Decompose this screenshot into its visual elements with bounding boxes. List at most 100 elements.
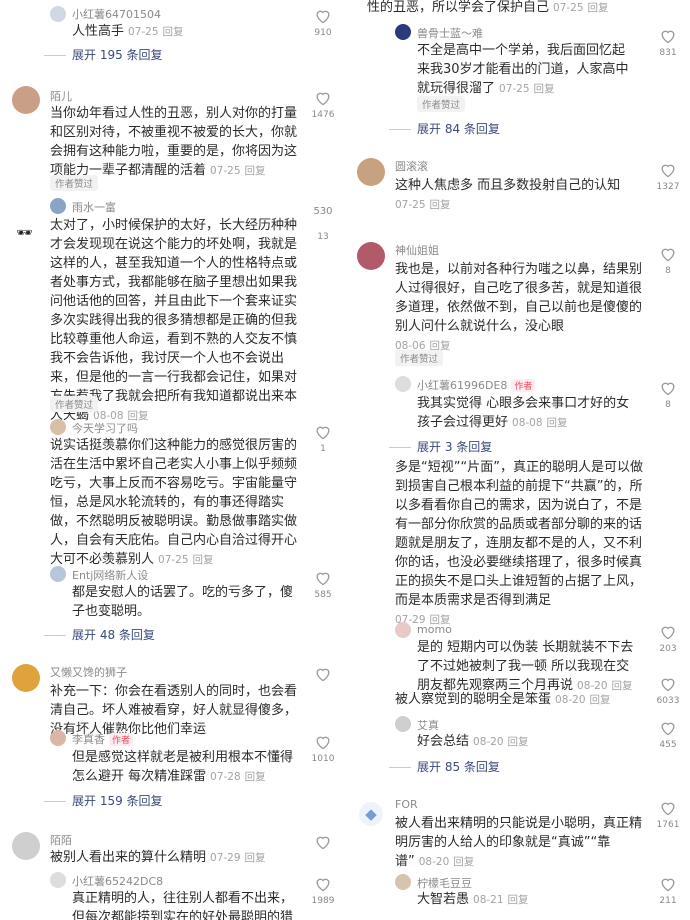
comment-author[interactable]: 小红薯61996DE8 作者 [417, 377, 536, 393]
avatar[interactable] [395, 622, 411, 638]
comment-author[interactable]: 柠檬毛豆豆 [417, 875, 472, 891]
comment-date: 08-20 [555, 694, 586, 706]
reply-button[interactable]: 回复 [508, 894, 529, 906]
like-icon[interactable] [314, 734, 332, 750]
comment-text: 是的 短期内可以伪装 长期就装不下去了不过她被刺了我一顿 所以我现在交朋友都先观… [417, 638, 639, 696]
avatar[interactable] [50, 730, 66, 746]
comment-text: 性的丑恶，所以学会了保护自己 07-25 回复 [367, 0, 627, 18]
avatar[interactable] [357, 242, 385, 270]
comment-date: 07-25 [210, 165, 241, 177]
reply-button[interactable]: 回复 [508, 736, 529, 748]
avatar[interactable] [395, 874, 411, 890]
comment-author[interactable]: 雨水一富 [72, 199, 116, 215]
like-icon[interactable] [659, 800, 677, 816]
avatar[interactable] [12, 86, 40, 114]
reply-button[interactable]: 回复 [163, 26, 184, 38]
like-icon[interactable] [659, 876, 677, 892]
comment-author[interactable]: 今天学习了吗 [72, 420, 138, 436]
like-icon[interactable] [314, 8, 332, 24]
diamond-avatar-icon[interactable]: ◆ [359, 802, 383, 826]
comment-date: 07-25 [553, 2, 584, 14]
like-icon[interactable] [659, 246, 677, 262]
comment-author[interactable]: 小红薯64701504 [72, 6, 161, 22]
avatar[interactable] [12, 664, 40, 692]
comment-author[interactable]: 兽骨士蓝～难 [417, 25, 483, 41]
like-icon[interactable] [314, 570, 332, 586]
like-count: 1327 [656, 182, 680, 192]
comment-body: 大智若愚 [417, 892, 470, 907]
reply-button[interactable]: 回复 [588, 2, 609, 14]
reply-button[interactable]: 回复 [430, 199, 451, 211]
expand-replies-button[interactable]: 展开 159 条回复 [44, 792, 163, 809]
reply-button[interactable]: 回复 [547, 417, 568, 429]
reply-button[interactable]: 回复 [245, 852, 266, 864]
comment-text: 被人看出来精明的只能说是小聪明，真正精明厉害的人给人的印象就是“真诚”“靠谱” 0… [395, 814, 645, 872]
like-count: 455 [659, 740, 677, 750]
comment-text: 多是“短视”“片面”，真正的聪明人是可以做到损害自己根本利益的前提下“共赢”的，… [395, 458, 645, 630]
comment-body: 被别人看出来的算什么精明 [50, 850, 207, 865]
like-count: 1010 [311, 754, 335, 764]
like-count: 1 [320, 444, 326, 454]
avatar[interactable] [395, 716, 411, 732]
avatar[interactable] [50, 419, 66, 435]
comment-text: 但是感觉这样就老是被利用根本不懂得怎么避开 每次精准踩雷 07-28 回复 [72, 748, 302, 787]
like-icon[interactable] [314, 876, 332, 892]
comment-text: 当你幼年看过人性的丑恶，别人对你的打量和区别对待，不被重视不被爱的长大，你就会拥… [50, 104, 300, 181]
expand-replies-button[interactable]: 展开 84 条回复 [389, 120, 500, 137]
avatar[interactable] [12, 832, 40, 860]
comment-author[interactable]: 神仙姐姐 [395, 242, 439, 258]
author-badge: 作者 [511, 379, 536, 392]
comment-body: 人性高手 [72, 24, 125, 39]
comment-author[interactable]: 又懒又馋的狮子 [50, 664, 127, 680]
comment-text: 大智若愚 08-21 回复 [417, 890, 637, 910]
comment-author[interactable]: momo [417, 623, 452, 636]
reply-button[interactable]: 回复 [193, 554, 214, 566]
reply-button[interactable]: 回复 [534, 83, 555, 95]
author-liked-tag: 作者赞过 [50, 396, 99, 412]
avatar[interactable] [50, 566, 66, 582]
avatar[interactable] [395, 376, 411, 392]
comment-text: 真正精明的人，往往别人都看不出来，但每次都能捞到实在的好处最聪明的猎 [72, 889, 302, 920]
like-icon[interactable] [314, 834, 332, 850]
comment-date: 07-25 [395, 199, 426, 211]
comment-body: 被人察觉到的聪明全是笨蛋 [395, 692, 552, 707]
avatar[interactable] [395, 24, 411, 40]
like-count: 1761 [656, 820, 680, 830]
like-icon[interactable] [659, 720, 677, 736]
comment-author[interactable]: 陌陌 [50, 832, 72, 848]
like-icon[interactable] [659, 624, 677, 640]
avatar[interactable] [357, 158, 385, 186]
like-icon[interactable] [314, 424, 332, 440]
like-icon[interactable] [659, 162, 677, 178]
reply-button[interactable]: 回复 [245, 771, 266, 783]
like-count: 910 [314, 28, 332, 38]
comment-author[interactable]: 艾真 [417, 717, 439, 733]
comment-author[interactable]: FOR [395, 798, 418, 811]
like-icon[interactable] [314, 90, 332, 106]
avatar[interactable] [50, 872, 66, 888]
expand-replies-button[interactable]: 展开 48 条回复 [44, 626, 155, 643]
comment-author[interactable]: Entj网络新人设 [72, 567, 148, 583]
expand-replies-button[interactable]: 展开 3 条回复 [389, 438, 492, 455]
like-count: 530 [313, 206, 333, 217]
expand-replies-button[interactable]: 展开 195 条回复 [44, 46, 163, 63]
comment-text: 人性高手 07-25 回复 [72, 22, 272, 42]
expand-replies-button[interactable]: 展开 85 条回复 [389, 758, 500, 775]
like-icon[interactable] [659, 28, 677, 44]
avatar[interactable] [50, 6, 66, 22]
comment-author[interactable]: 陌儿 [50, 88, 72, 104]
reply-button[interactable]: 回复 [245, 165, 266, 177]
reply-button[interactable]: 回复 [453, 856, 474, 868]
comment-author[interactable]: 李真香 作者 [72, 731, 134, 747]
reply-button[interactable]: 回复 [590, 694, 611, 706]
comment-body: 这种人焦虑多 而且多数投射自己的认知 [395, 178, 621, 193]
comment-author[interactable]: 圆滚滚 [395, 158, 428, 174]
like-icon[interactable] [659, 380, 677, 396]
comment-author[interactable]: 小红薯65242DC8 [72, 873, 163, 889]
like-icon[interactable] [659, 676, 677, 692]
comment-text: 说实话挺羡慕你们这种能力的感觉很厉害的活在生活中累坏自己老实人小事上似乎频频吃亏… [50, 436, 300, 570]
avatar[interactable] [50, 198, 66, 214]
like-icon[interactable] [314, 666, 332, 682]
comment-text: 我其实觉得 心眼多会来事口才好的女孩子会过得更好 08-08 回复 [417, 394, 637, 433]
like-count: 203 [659, 644, 677, 654]
